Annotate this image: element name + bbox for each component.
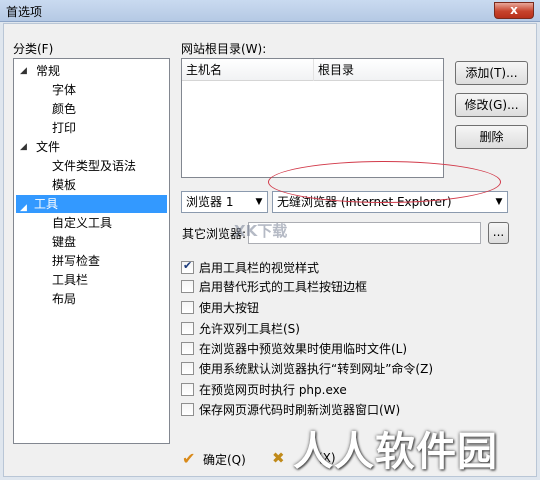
browser-engine-value: 无缝浏览器 (Internet Explorer) bbox=[277, 195, 452, 209]
checkbox[interactable] bbox=[181, 322, 194, 335]
checkbox[interactable] bbox=[181, 259, 194, 274]
browse-button[interactable]: ... bbox=[488, 222, 509, 244]
add-button[interactable]: 添加(T)... bbox=[455, 61, 528, 85]
category-tree[interactable]: ◢ 常规 字体 颜色 打印 ◢ 文件 文件类型及语法 模板 ◢ 工具 自定义工具… bbox=[13, 58, 170, 444]
option-label: 启用替代形式的工具栏按钮边框 bbox=[199, 280, 368, 294]
tree-item-toolbar[interactable]: 工具栏 bbox=[50, 271, 90, 289]
close-icon: x bbox=[510, 3, 518, 17]
browser-number-value: 浏览器 1 bbox=[186, 195, 234, 209]
tree-item-spellcheck[interactable]: 拼写检查 bbox=[50, 252, 102, 270]
checkbox[interactable] bbox=[181, 403, 194, 416]
tree-item-tools-label: 工具 bbox=[34, 197, 59, 211]
tree-item-color[interactable]: 颜色 bbox=[50, 100, 78, 118]
option-label: 使用系统默认浏览器执行“转到网址”命令(Z) bbox=[199, 362, 434, 376]
column-header-root-dir[interactable]: 根目录 bbox=[314, 59, 444, 81]
option-label: 在预览网页时执行 php.exe bbox=[199, 383, 347, 397]
expand-toggle-icon[interactable]: ◢ bbox=[20, 142, 27, 152]
window-title: 首选项 bbox=[6, 5, 43, 19]
tree-item-file-types[interactable]: 文件类型及语法 bbox=[50, 157, 138, 175]
expand-toggle-icon[interactable]: ◢ bbox=[20, 199, 27, 217]
dropdown-arrow-icon: ▼ bbox=[495, 197, 503, 207]
delete-button[interactable]: 删除 bbox=[455, 125, 528, 149]
tree-item-custom-tools[interactable]: 自定义工具 bbox=[50, 214, 114, 232]
ok-button[interactable]: 确定(Q) bbox=[203, 451, 246, 468]
checkbox[interactable] bbox=[181, 280, 194, 293]
tree-item-font[interactable]: 字体 bbox=[50, 81, 78, 99]
checkbox[interactable] bbox=[181, 342, 194, 355]
checkbox[interactable] bbox=[181, 362, 194, 375]
tree-item-print[interactable]: 打印 bbox=[50, 119, 78, 137]
browser-engine-select[interactable]: 无缝浏览器 (Internet Explorer) ▼ bbox=[272, 191, 508, 213]
expand-toggle-icon[interactable]: ◢ bbox=[20, 66, 27, 76]
option-label: 启用工具栏的视觉样式 bbox=[199, 261, 320, 275]
watermark-center: XK下载 bbox=[234, 222, 288, 240]
edit-button[interactable]: 修改(G)... bbox=[455, 93, 528, 117]
website-root-list[interactable]: 主机名 根目录 bbox=[181, 58, 444, 178]
website-root-label: 网站根目录(W): bbox=[181, 42, 267, 56]
dropdown-arrow-icon: ▼ bbox=[255, 197, 263, 207]
tree-item-templates[interactable]: 模板 bbox=[50, 176, 78, 194]
tree-item-keyboard[interactable]: 键盘 bbox=[50, 233, 78, 251]
tree-item-general[interactable]: 常规 bbox=[34, 62, 62, 80]
checkbox[interactable] bbox=[181, 301, 194, 314]
option-label: 允许双列工具栏(S) bbox=[199, 322, 300, 336]
option-label: 保存网页源代码时刷新浏览器窗口(W) bbox=[199, 403, 401, 417]
watermark-brand: 人人软件园 bbox=[293, 429, 498, 475]
option-label: 使用大按钮 bbox=[199, 301, 260, 315]
list-header: 主机名 根目录 bbox=[182, 59, 443, 81]
cross-icon: ✖ bbox=[272, 449, 285, 467]
category-label: 分类(F) bbox=[13, 42, 54, 56]
close-button[interactable]: x bbox=[494, 2, 534, 19]
title-bar: 首选项 x bbox=[0, 0, 540, 22]
column-header-hostname[interactable]: 主机名 bbox=[182, 59, 314, 81]
browser-number-select[interactable]: 浏览器 1 ▼ bbox=[181, 191, 268, 213]
option-label: 在浏览器中预览效果时使用临时文件(L) bbox=[199, 342, 408, 356]
checkbox[interactable] bbox=[181, 383, 194, 396]
checkmark-icon: ✔ bbox=[182, 449, 196, 468]
tree-item-tools[interactable]: ◢ 工具 bbox=[16, 195, 167, 213]
tree-item-layout[interactable]: 布局 bbox=[50, 290, 78, 308]
tree-item-file[interactable]: 文件 bbox=[34, 138, 62, 156]
